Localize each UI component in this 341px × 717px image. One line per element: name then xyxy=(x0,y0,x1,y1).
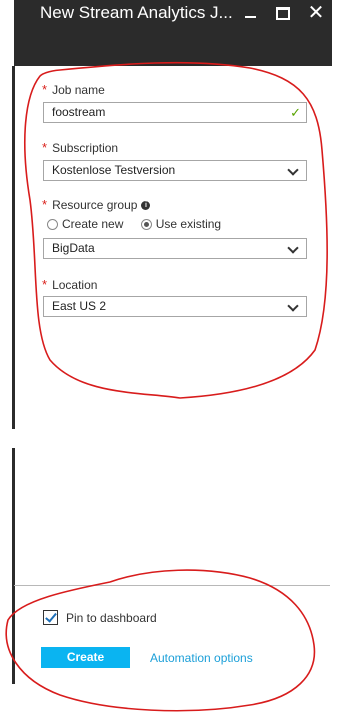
subscription-select[interactable]: Kostenlose Testversion xyxy=(43,160,307,181)
info-icon[interactable]: i xyxy=(141,201,151,211)
radio-use-existing-label: Use existing xyxy=(155,217,222,231)
close-icon[interactable]: ✕ xyxy=(304,2,328,24)
blade-left-border xyxy=(12,66,15,429)
resource-group-value: BigData xyxy=(52,241,95,255)
subscription-value: Kostenlose Testversion xyxy=(52,163,176,177)
radio-use-existing[interactable]: Use existing xyxy=(140,217,222,231)
chevron-down-icon xyxy=(287,164,299,176)
radio-create-new-circle[interactable] xyxy=(47,219,58,230)
required-marker: * xyxy=(42,82,48,97)
automation-options-link[interactable]: Automation options xyxy=(150,651,253,665)
location-label: * Location xyxy=(42,277,97,292)
resource-group-radio-group: Create new Use existing xyxy=(47,217,235,231)
resource-group-label: * Resource group i xyxy=(42,197,151,212)
resource-group-select[interactable]: BigData xyxy=(43,238,307,259)
required-marker: * xyxy=(42,197,48,212)
required-marker: * xyxy=(42,140,48,155)
blade-left-border-lower xyxy=(12,448,15,684)
resource-group-label-text: Resource group xyxy=(52,198,138,212)
location-label-text: Location xyxy=(52,278,98,292)
annotation-circle-footer xyxy=(5,569,316,712)
footer-divider xyxy=(14,585,330,586)
job-name-value: foostream xyxy=(52,105,106,119)
radio-create-new-label: Create new xyxy=(62,217,124,231)
job-name-label-text: Job name xyxy=(52,83,105,97)
blade-title-bar: New Stream Analytics J... ✕ xyxy=(14,0,332,66)
minimize-icon[interactable] xyxy=(240,2,264,24)
subscription-label: * Subscription xyxy=(42,140,118,155)
location-select[interactable]: East US 2 xyxy=(43,296,307,317)
radio-use-existing-circle[interactable] xyxy=(140,219,152,230)
maximize-icon[interactable] xyxy=(272,2,296,24)
pin-to-dashboard-checkbox[interactable] xyxy=(43,610,58,625)
chevron-down-icon xyxy=(287,242,299,254)
location-value: East US 2 xyxy=(52,299,107,313)
radio-create-new[interactable]: Create new xyxy=(47,217,123,231)
job-name-label: * Job name xyxy=(42,82,105,97)
required-marker: * xyxy=(42,277,48,292)
chevron-down-icon xyxy=(287,300,299,312)
create-button[interactable]: Create xyxy=(41,647,130,668)
blade-title: New Stream Analytics J... xyxy=(40,3,233,22)
subscription-label-text: Subscription xyxy=(52,141,119,155)
pin-to-dashboard-label: Pin to dashboard xyxy=(66,611,157,625)
valid-check-icon: ✓ xyxy=(290,105,301,120)
job-name-input[interactable]: foostream ✓ xyxy=(43,102,307,123)
